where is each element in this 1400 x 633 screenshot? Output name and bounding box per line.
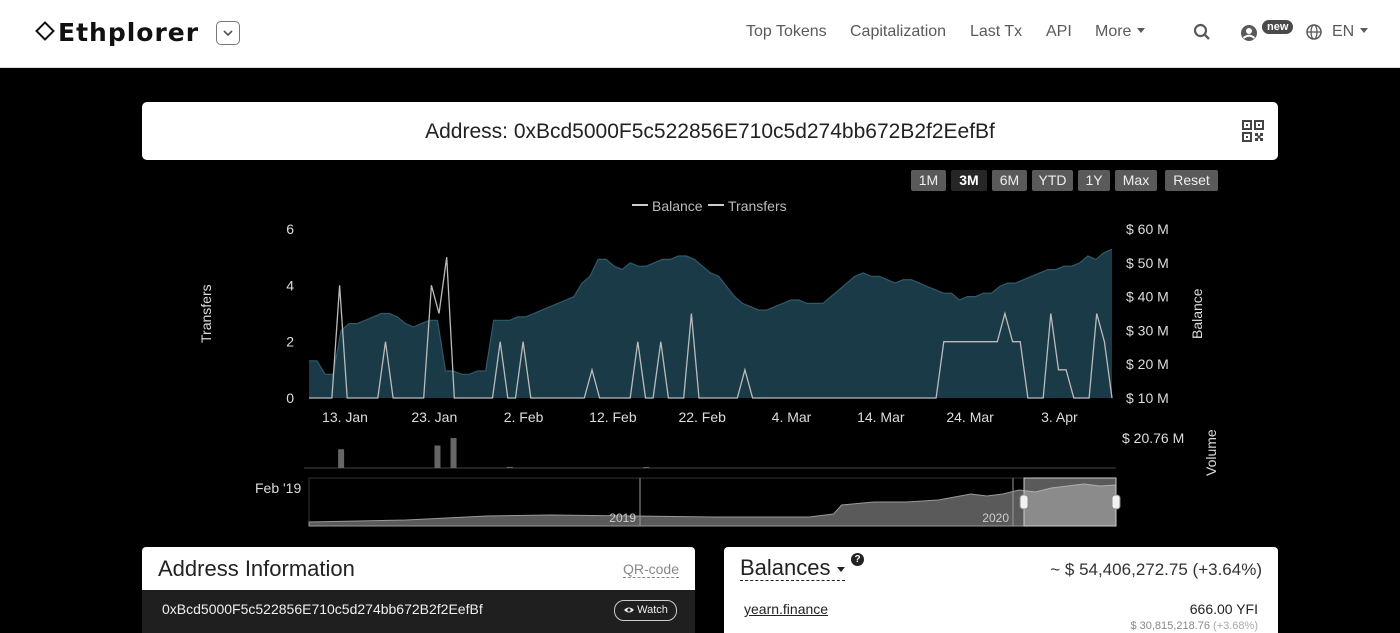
- legend-line-swatch: [708, 204, 724, 207]
- left-axis-title: Transfers: [198, 284, 214, 343]
- caret-down-icon: [1360, 28, 1369, 33]
- user-icon[interactable]: [1240, 24, 1258, 42]
- x-axis-tick: 3. Apr: [1041, 409, 1078, 425]
- ethplorer-logo-icon: [35, 21, 55, 41]
- navigator-selection: [1023, 477, 1117, 527]
- nav-last-tx[interactable]: Last Tx: [970, 23, 1022, 41]
- search-icon[interactable]: [1193, 23, 1211, 41]
- volume-bar: [506, 466, 513, 468]
- brand-logo[interactable]: Ethplorer: [35, 18, 200, 47]
- reset-zoom-button[interactable]: Reset: [1165, 170, 1218, 191]
- volume-axis-title: Volume: [1203, 429, 1219, 476]
- right-axis-tick: $ 50 M: [1126, 255, 1169, 271]
- globe-icon: [1306, 24, 1322, 40]
- legend-balance[interactable]: Balance: [632, 198, 703, 214]
- nav-more-dropdown[interactable]: More: [1095, 23, 1146, 41]
- address-title: Address: 0xBcd5000F5c522856E710c5d274bb6…: [425, 120, 995, 143]
- navigator-year-label: 2019: [609, 511, 636, 525]
- qr-code-link[interactable]: QR-code: [622, 561, 679, 578]
- volume-bar: [338, 449, 345, 468]
- eye-icon: [624, 607, 635, 613]
- watch-label: Watch: [637, 604, 668, 616]
- volume-bar: [643, 467, 650, 468]
- left-axis-tick: 6: [286, 221, 294, 237]
- token-usd: $ 30,815,218.76: [1130, 620, 1210, 632]
- range-ytd-button[interactable]: YTD: [1032, 170, 1073, 191]
- balances-panel: Balances ? ~ $ 54,406,272.75 (+3.64%): [724, 547, 1278, 590]
- right-axis-tick: $ 20 M: [1126, 356, 1169, 372]
- x-axis-tick: 2. Feb: [504, 409, 544, 425]
- address-header-card: Address: 0xBcd5000F5c522856E710c5d274bb6…: [142, 102, 1278, 160]
- x-axis-tick: 14. Mar: [857, 409, 905, 425]
- address-info-title: Address Information: [158, 556, 355, 581]
- balances-total: ~ $ 54,406,272.75 (+3.64%): [1050, 560, 1262, 579]
- legend-balance-label: Balance: [652, 198, 703, 214]
- language-dropdown[interactable]: EN: [1332, 23, 1369, 41]
- token-change: (+3.68%): [1213, 620, 1258, 632]
- right-axis-title: Balance: [1189, 288, 1205, 339]
- new-badge: new: [1262, 20, 1294, 34]
- x-axis-tick: 23. Jan: [411, 409, 457, 425]
- navigator-handle-right: [1111, 494, 1121, 510]
- balance-line: [309, 248, 1113, 375]
- range-6m-button[interactable]: 6M: [992, 170, 1027, 191]
- navigator-start-label: Feb '19: [255, 480, 302, 496]
- legend-line-swatch: [632, 204, 648, 207]
- navigator-frame: [308, 477, 1117, 527]
- nav-api[interactable]: API: [1046, 23, 1072, 41]
- help-icon[interactable]: ?: [851, 553, 864, 566]
- legend-transfers[interactable]: Transfers: [708, 198, 787, 214]
- x-axis-tick: 22. Feb: [678, 409, 726, 425]
- volume-max-label: $ 20.76 M: [1122, 430, 1185, 446]
- left-axis-tick: 2: [286, 334, 294, 350]
- right-axis-tick: $ 30 M: [1126, 322, 1169, 338]
- navigator-area: [308, 483, 1117, 527]
- language-label: EN: [1332, 23, 1355, 40]
- brand-name: Ethplorer: [58, 18, 200, 47]
- transfers-line: [309, 257, 1113, 399]
- right-axis-tick: $ 40 M: [1126, 289, 1169, 305]
- x-axis-tick: 4. Mar: [772, 409, 812, 425]
- left-axis-tick: 4: [286, 277, 294, 293]
- range-1y-button[interactable]: 1Y: [1078, 170, 1110, 191]
- range-3m-button[interactable]: 3M: [951, 170, 987, 191]
- navigator-year-label: 2020: [982, 511, 1009, 525]
- x-axis-tick: 12. Feb: [589, 409, 637, 425]
- chevron-down-icon: [223, 30, 233, 37]
- legend-transfers-label: Transfers: [728, 198, 787, 214]
- range-1m-button[interactable]: 1M: [911, 170, 946, 191]
- right-axis-tick: $ 10 M: [1126, 390, 1169, 406]
- network-dropdown-button[interactable]: [216, 21, 240, 45]
- balances-title: Balances: [740, 555, 831, 580]
- volume-bar: [450, 438, 457, 468]
- left-axis-tick: 0: [286, 390, 294, 406]
- balance-area: [309, 249, 1112, 398]
- token-link[interactable]: yearn.finance: [744, 601, 828, 617]
- address-info-row: 0xBcd5000F5c522856E710c5d274bb672B2f2Eef…: [142, 590, 695, 633]
- right-axis-tick: $ 60 M: [1126, 221, 1169, 237]
- caret-down-icon: [1137, 28, 1146, 33]
- balance-row: yearn.finance 666.00 YFI $ 30,815,218.76…: [724, 590, 1278, 633]
- x-axis-tick: 24. Mar: [946, 409, 994, 425]
- watch-button[interactable]: Watch: [614, 600, 677, 621]
- qr-code-icon[interactable]: [1242, 120, 1264, 142]
- nav-capitalization[interactable]: Capitalization: [850, 23, 946, 41]
- x-axis-tick: 13. Jan: [322, 409, 368, 425]
- nav-more-label: More: [1095, 23, 1132, 40]
- top-navbar: Ethplorer Top Tokens Capitalization Last…: [0, 0, 1400, 68]
- address-value: 0xBcd5000F5c522856E710c5d274bb672B2f2Eef…: [162, 601, 483, 617]
- navigator-handle-left: [1019, 494, 1029, 510]
- caret-down-icon: [836, 567, 845, 572]
- balances-dropdown[interactable]: Balances: [740, 556, 845, 581]
- range-max-button[interactable]: Max: [1115, 170, 1157, 191]
- token-usd-value: $ 30,815,218.76 (+3.68%): [1130, 620, 1258, 632]
- volume-bar: [434, 445, 441, 468]
- token-amount: 666.00 YFI: [1189, 601, 1258, 617]
- address-information-panel: Address Information QR-code: [142, 547, 695, 590]
- nav-top-tokens[interactable]: Top Tokens: [746, 23, 827, 41]
